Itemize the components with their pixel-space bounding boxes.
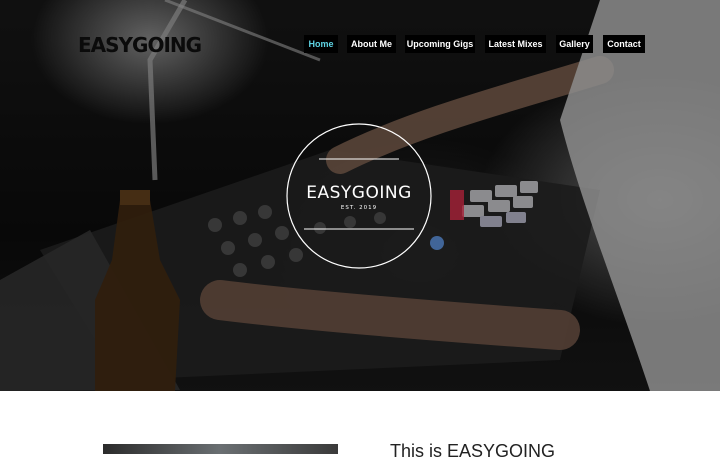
badge-title: EASYGOING bbox=[306, 183, 412, 203]
badge-subtitle: EST. 2019 bbox=[341, 205, 377, 211]
nav-item-upcoming-gigs[interactable]: Upcoming Gigs bbox=[405, 35, 475, 53]
nav-item-home[interactable]: Home bbox=[304, 35, 338, 53]
main-navigation: Home About Me Upcoming Gigs Latest Mixes… bbox=[0, 35, 720, 53]
hero-logo-badge: EASYGOING EST. 2019 bbox=[286, 123, 432, 269]
intro-image bbox=[103, 444, 338, 454]
nav-item-latest-mixes[interactable]: Latest Mixes bbox=[485, 35, 546, 53]
nav-item-gallery[interactable]: Gallery bbox=[556, 35, 593, 53]
hero-banner: EASYGOING Home About Me Upcoming Gigs La… bbox=[0, 0, 720, 391]
intro-title: This is EASYGOING bbox=[390, 441, 556, 461]
intro-section: This is EASYGOING bbox=[0, 391, 720, 461]
nav-item-contact[interactable]: Contact bbox=[603, 35, 645, 53]
nav-item-about-me[interactable]: About Me bbox=[347, 35, 396, 53]
